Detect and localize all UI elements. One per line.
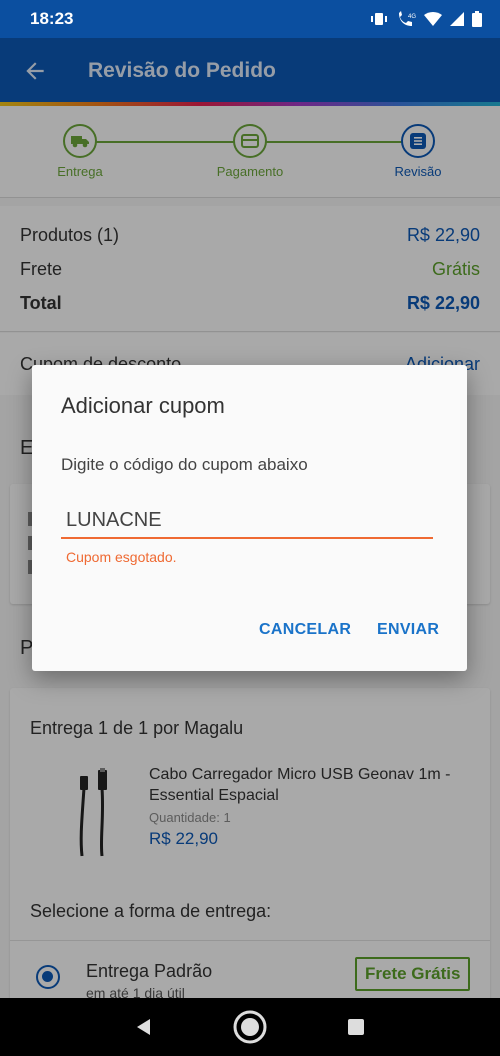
battery-icon — [472, 11, 482, 27]
signal-icon — [450, 12, 464, 26]
status-bar: 18:23 4G — [0, 0, 500, 38]
cancel-button[interactable]: CANCELAR — [259, 621, 351, 639]
coupon-code-input[interactable] — [61, 503, 433, 539]
dialog-scrim-top[interactable] — [0, 38, 500, 106]
svg-text:4G: 4G — [408, 14, 416, 20]
send-button[interactable]: ENVIAR — [377, 621, 439, 639]
wifi-calling-icon: 4G — [399, 11, 416, 26]
status-icons: 4G — [370, 11, 482, 27]
wifi-icon — [424, 12, 442, 26]
recents-square-icon[interactable] — [346, 1017, 366, 1037]
home-circle-icon[interactable] — [232, 1009, 268, 1045]
dialog-message: Digite o código do cupom abaixo — [61, 455, 308, 474]
coupon-error-message: Cupom esgotado. — [66, 549, 177, 565]
status-time: 18:23 — [30, 9, 74, 28]
dialog-title: Adicionar cupom — [61, 393, 225, 418]
system-nav-bar — [0, 998, 500, 1056]
back-triangle-icon[interactable] — [134, 1017, 154, 1037]
vibrate-icon — [371, 13, 387, 25]
add-coupon-dialog: Adicionar cupom Digite o código do cupom… — [32, 365, 467, 671]
